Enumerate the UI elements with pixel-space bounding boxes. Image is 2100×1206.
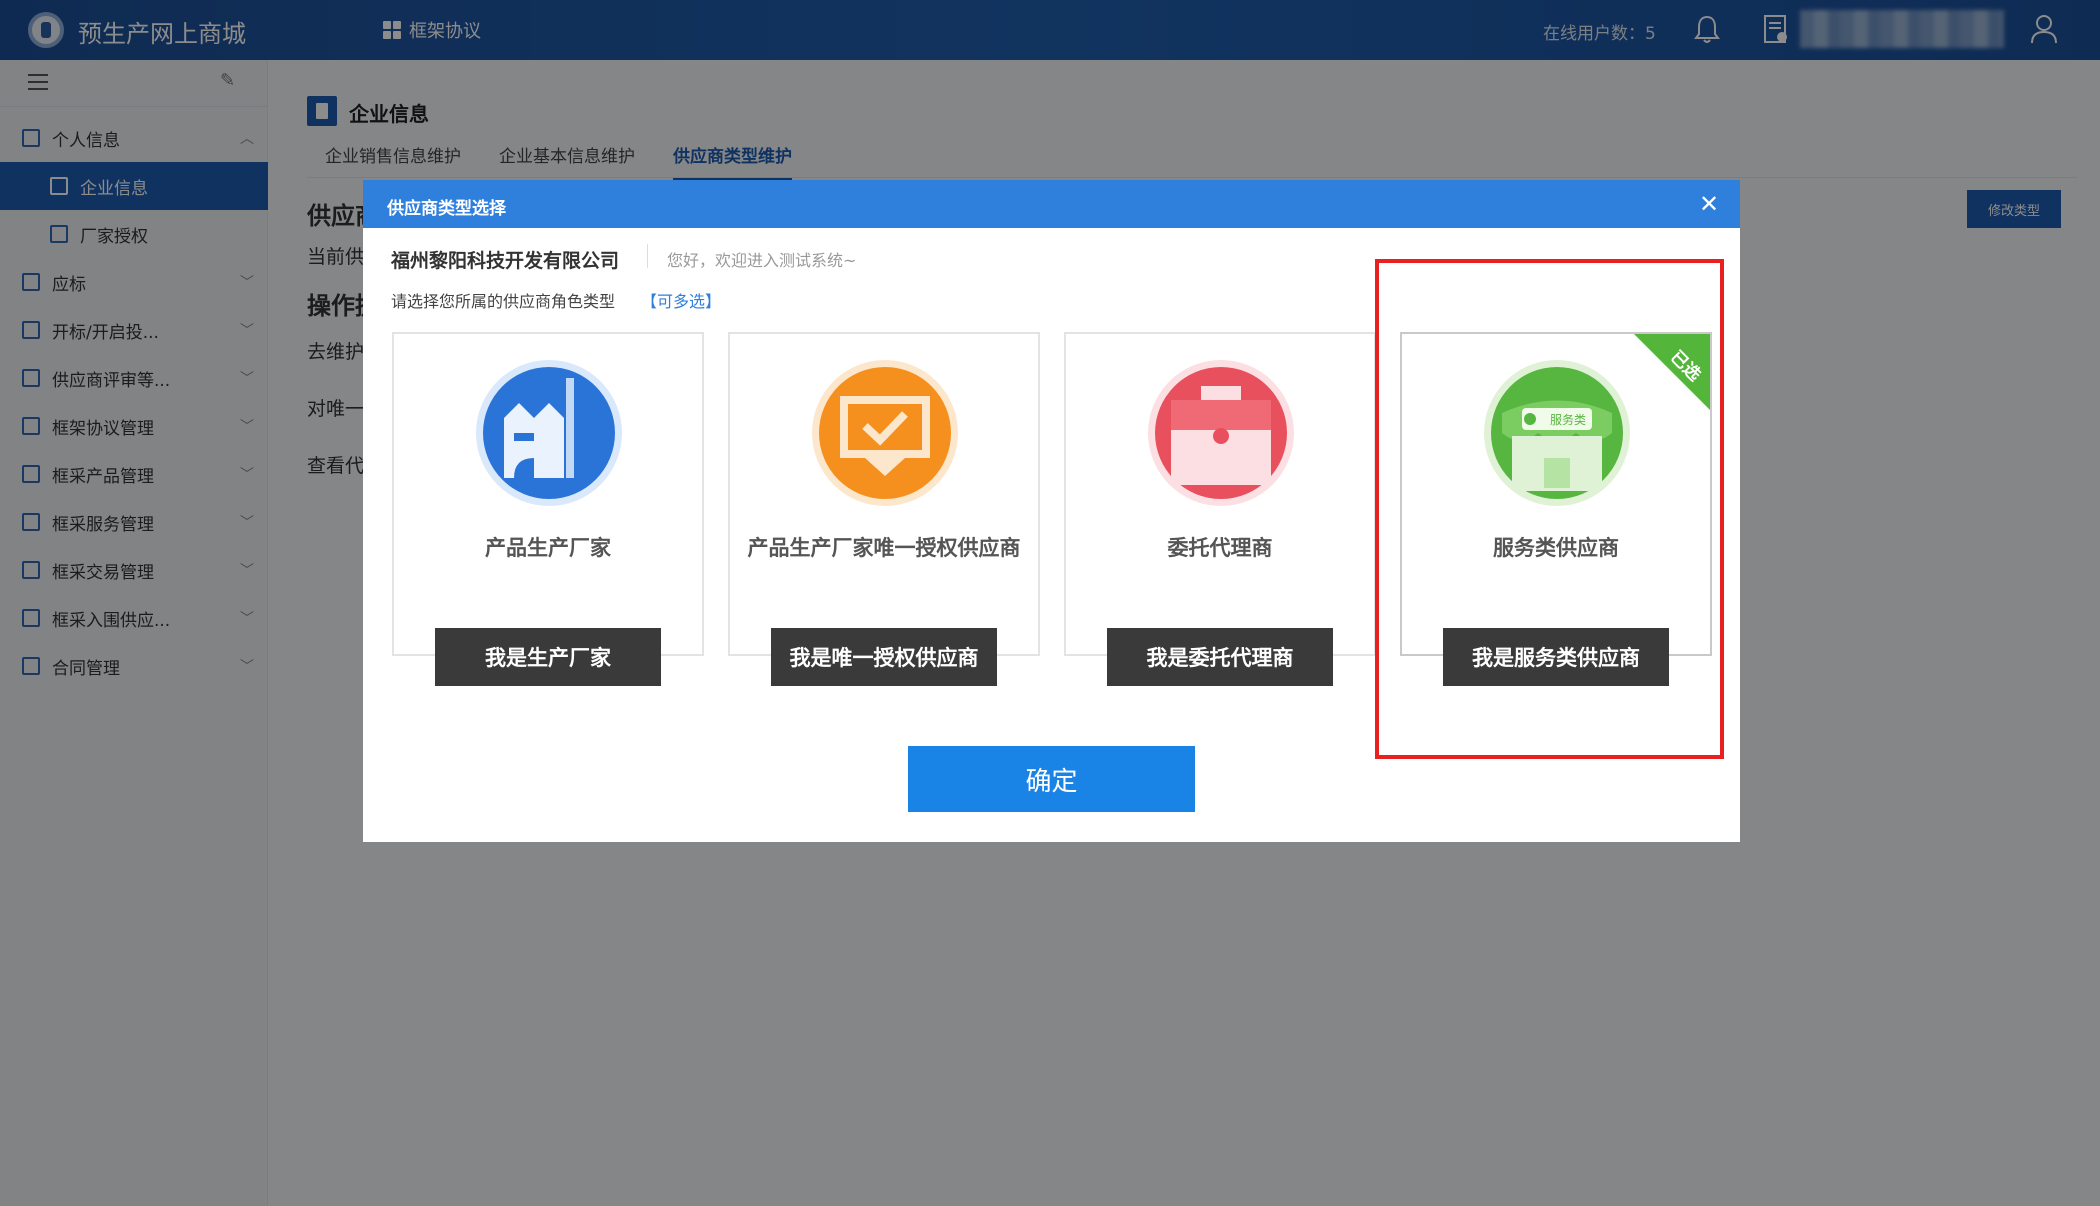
- i-am-agent-button[interactable]: 我是委托代理商: [1107, 628, 1333, 686]
- card-manufacturer[interactable]: 产品生产厂家: [392, 332, 704, 656]
- card-authorized-supplier-label: 产品生产厂家唯一授权供应商: [747, 536, 1021, 560]
- card-agent[interactable]: 委托代理商: [1064, 332, 1376, 656]
- dialog-title: 供应商类型选择: [387, 199, 506, 219]
- briefcase-icon: [1148, 360, 1294, 506]
- welcome-text: 您好，欢迎进入测试系统~: [667, 251, 857, 270]
- close-icon[interactable]: ✕: [1693, 188, 1725, 220]
- i-am-manufacturer-button[interactable]: 我是生产厂家: [435, 628, 661, 686]
- card-manufacturer-label: 产品生产厂家: [485, 536, 611, 560]
- multi-select-hint: 【可多选】: [641, 292, 722, 311]
- dialog-header: 供应商类型选择 ✕: [363, 180, 1740, 228]
- company-name: 福州黎阳科技开发有限公司: [391, 250, 620, 272]
- confirm-button[interactable]: 确定: [908, 746, 1195, 812]
- header-divider: [647, 244, 648, 268]
- select-prompt: 请选择您所属的供应商角色类型: [391, 292, 616, 311]
- factory-icon: [476, 360, 622, 506]
- selection-highlight-box: [1375, 259, 1724, 759]
- authorized-check-icon: [812, 360, 958, 506]
- i-am-authorized-supplier-button[interactable]: 我是唯一授权供应商: [771, 628, 997, 686]
- card-authorized-supplier[interactable]: 产品生产厂家唯一授权供应商: [728, 332, 1040, 656]
- card-agent-label: 委托代理商: [1167, 536, 1273, 560]
